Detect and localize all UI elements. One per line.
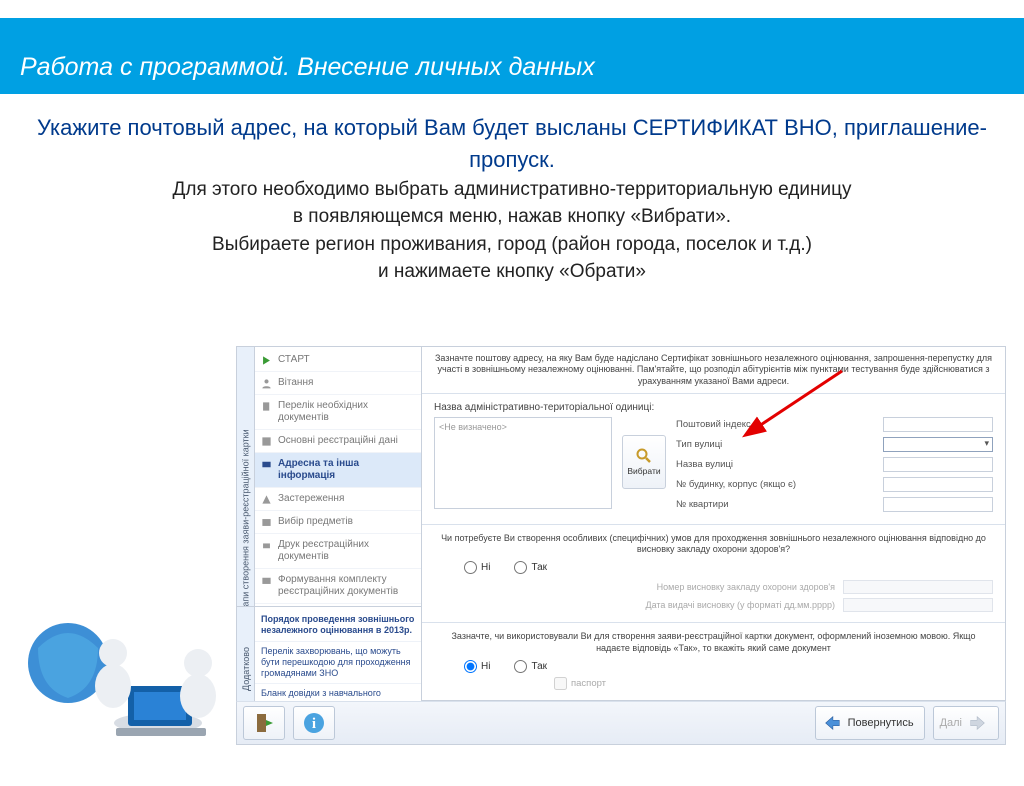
header-bar: Работа с программой. Внесение личных дан… <box>0 18 1024 94</box>
next-button[interactable]: Далі <box>933 706 999 740</box>
step-docs[interactable]: Перелік необхідних документів <box>255 395 421 430</box>
info-text: Зазначте поштову адресу, на яку Вам буде… <box>422 347 1005 394</box>
content-pane: Зазначте поштову адресу, на яку Вам буде… <box>422 347 1005 700</box>
q1-radio-no[interactable]: Ні <box>464 561 490 574</box>
admin-unit-label: Назва адміністративно-територіальної оди… <box>434 402 993 413</box>
arrow-left-icon <box>822 713 842 733</box>
info-icon: i <box>303 712 325 734</box>
q2-radio-yes[interactable]: Так <box>514 660 547 673</box>
step-basic[interactable]: Основні реєстраційні дані <box>255 430 421 453</box>
step-subjects[interactable]: Вибір предметів <box>255 511 421 534</box>
foreign-doc-question: Зазначте, чи використовували Ви для ство… <box>422 623 1005 700</box>
instructions: Укажите почтовый адрес, на который Вам б… <box>0 94 1024 294</box>
inst-line2: Для этого необходимо выбрать администрат… <box>24 176 1000 204</box>
inst-line4: Выбираете регион проживания, город (райо… <box>24 231 1000 259</box>
step-start[interactable]: СТАРТ <box>255 349 421 372</box>
admin-unit-box: <Не визначено> <box>434 417 612 509</box>
inst-line3: в появляющемся меню, нажав кнопку «Вибра… <box>24 203 1000 231</box>
back-button[interactable]: Повернутись <box>815 706 925 740</box>
step-warning[interactable]: Застереження <box>255 488 421 511</box>
extra-link-order[interactable]: Порядок проведення зовнішнього незалежно… <box>255 610 421 642</box>
step-package[interactable]: Формування комплекту реєстраційних докум… <box>255 569 421 604</box>
address-fields: Поштовий індекс Тип вулиці Назва вулиці … <box>676 417 993 512</box>
decorative-figures <box>8 568 248 768</box>
svg-text:i: i <box>312 716 316 732</box>
extra-link-diseases[interactable]: Перелік захворювань, що можуть бути пере… <box>255 642 421 685</box>
step-welcome[interactable]: Вітання <box>255 372 421 395</box>
exit-button[interactable] <box>243 706 285 740</box>
select-button[interactable]: Вибрати <box>622 435 666 489</box>
conclusion-date-field[interactable] <box>843 598 993 612</box>
step-address[interactable]: Адресна та інша інформація <box>255 453 421 488</box>
street-name-field[interactable] <box>883 457 993 472</box>
door-exit-icon <box>253 712 275 734</box>
inst-line5: и нажимаете кнопку «Обрати» <box>24 258 1000 286</box>
conclusion-number-field[interactable] <box>843 580 993 594</box>
info-button[interactable]: i <box>293 706 335 740</box>
address-block: Назва адміністративно-територіальної оди… <box>422 394 1005 525</box>
health-question: Чи потребуєте Ви створення особливих (сп… <box>422 525 1005 624</box>
arrow-right-icon <box>968 713 988 733</box>
button-bar: i Повернутись Далі <box>236 701 1006 745</box>
q1-radio-yes[interactable]: Так <box>514 561 547 574</box>
street-type-dropdown[interactable] <box>883 437 993 452</box>
q2-radio-no[interactable]: Ні <box>464 660 490 673</box>
building-field[interactable] <box>883 477 993 492</box>
postal-index-field[interactable] <box>883 417 993 432</box>
inst-line1: Укажите почтовый адрес, на который Вам б… <box>24 112 1000 176</box>
apartment-field[interactable] <box>883 497 993 512</box>
step-print[interactable]: Друк реєстраційних документів <box>255 534 421 569</box>
page-title: Работа с программой. Внесение личных дан… <box>20 53 595 82</box>
passport-checkbox[interactable] <box>554 677 567 690</box>
search-icon <box>636 448 652 464</box>
